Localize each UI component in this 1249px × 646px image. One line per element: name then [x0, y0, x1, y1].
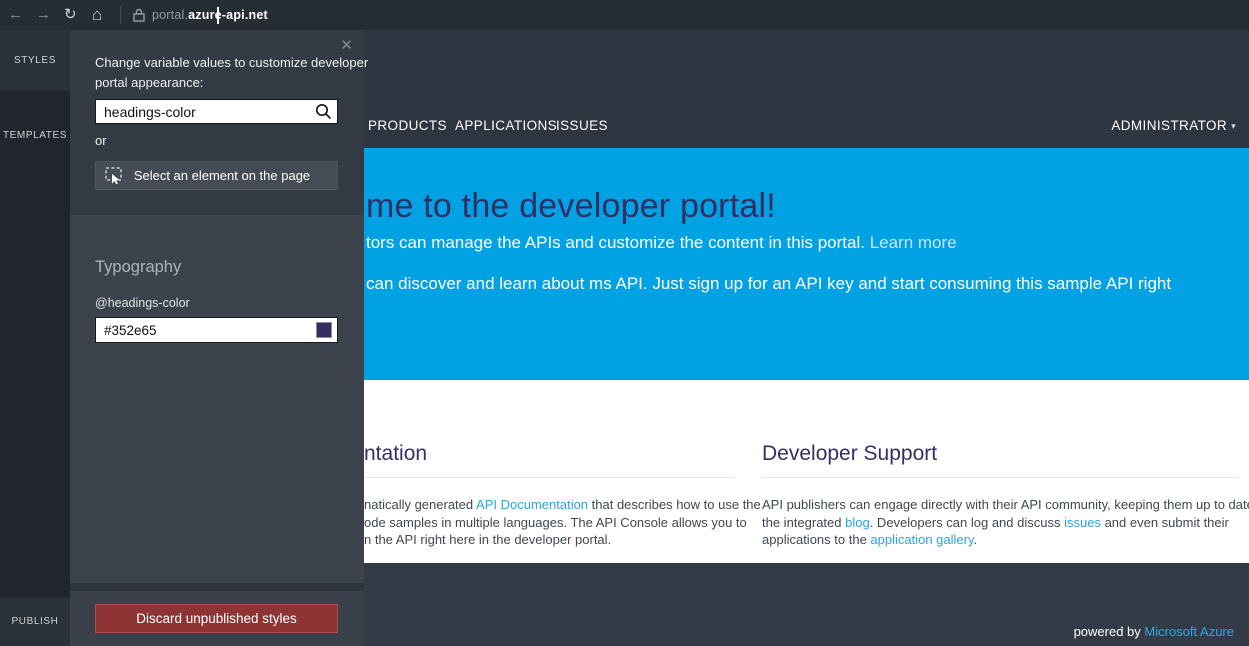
styles-panel: ✕ Change variable values to customize de…: [70, 30, 364, 646]
powered-by-text: powered by: [1074, 624, 1145, 639]
text-run: natically generated: [364, 497, 476, 512]
documentation-line-2: ode samples in multiple languages. The A…: [364, 515, 747, 530]
browser-bar: ← → ↻ ⌂ portal.azure-api.net: [0, 0, 1249, 30]
typography-section: Typography @headings-color: [70, 215, 364, 583]
select-element-icon: [105, 167, 125, 185]
text-run: applications to the: [762, 532, 870, 547]
url-domain: azure-api.net: [188, 8, 268, 22]
color-swatch[interactable]: [316, 322, 332, 338]
panel-intro-line-1: Change variable values to customize deve…: [95, 55, 368, 70]
api-documentation-link[interactable]: API Documentation: [476, 497, 588, 512]
blog-link[interactable]: blog: [845, 515, 870, 530]
administrator-menu[interactable]: ADMINISTRATOR ▾: [1111, 118, 1236, 133]
variable-search: [95, 99, 338, 124]
hero-subtitle-text: tors can manage the APIs and customize t…: [366, 233, 870, 252]
support-line-3: applications to the application gallery.: [762, 532, 977, 547]
caret-down-icon: ▾: [1231, 121, 1236, 131]
support-line-1: API publishers can engage directly with …: [762, 497, 1249, 512]
application-gallery-link[interactable]: application gallery: [870, 532, 973, 547]
heading-underline: [364, 477, 733, 478]
hero-heading: me to the developer portal!: [366, 187, 776, 226]
text-run: the integrated: [762, 515, 845, 530]
documentation-line-3: n the API right here in the developer po…: [364, 532, 611, 547]
powered-by: powered by Microsoft Azure: [1074, 624, 1234, 639]
text-cursor: [217, 7, 219, 24]
forward-icon[interactable]: →: [36, 0, 51, 30]
close-icon[interactable]: ✕: [340, 36, 353, 54]
url-text[interactable]: portal.azure-api.net: [152, 0, 268, 30]
refresh-icon[interactable]: ↻: [64, 0, 77, 30]
support-line-2: the integrated blog. Developers can log …: [762, 515, 1229, 530]
or-label: or: [95, 133, 107, 148]
variable-search-input[interactable]: [95, 99, 338, 124]
editor-sidebar: STYLES TEMPLATES PUBLISH: [0, 30, 70, 646]
sidebar-item-publish[interactable]: PUBLISH: [0, 597, 70, 646]
sidebar-item-templates[interactable]: TEMPLATES: [0, 126, 70, 146]
panel-footer: Discard unpublished styles: [70, 591, 364, 646]
developer-support-heading: Developer Support: [762, 442, 937, 466]
lock-icon: [133, 8, 145, 22]
panel-intro-line-2: portal appearance:: [95, 75, 203, 90]
discard-styles-button[interactable]: Discard unpublished styles: [95, 604, 338, 633]
microsoft-azure-link[interactable]: Microsoft Azure: [1144, 624, 1234, 639]
documentation-line-1: natically generated API Documentation th…: [364, 497, 761, 512]
back-icon[interactable]: ←: [8, 0, 23, 30]
hero-subtitle: tors can manage the APIs and customize t…: [366, 233, 957, 253]
url-prefix: portal.: [152, 8, 188, 22]
nav-link-issues[interactable]: ISSUES: [556, 118, 608, 133]
typography-title: Typography: [95, 258, 181, 277]
learn-more-link[interactable]: Learn more: [870, 233, 957, 252]
text-run: . Developers can log and discuss: [870, 515, 1064, 530]
divider: [120, 6, 121, 24]
style-editor-overlay: STYLES TEMPLATES PUBLISH ✕ Change variab…: [0, 30, 364, 646]
variable-label: @headings-color: [95, 296, 190, 310]
search-icon[interactable]: [315, 103, 332, 120]
color-field: [95, 317, 338, 343]
screen: ← → ↻ ⌂ portal.azure-api.net PRODUCTS AP…: [0, 0, 1249, 646]
text-run: and even submit their: [1101, 515, 1229, 530]
select-element-button[interactable]: Select an element on the page: [95, 161, 338, 190]
home-icon[interactable]: ⌂: [92, 0, 102, 30]
color-value-input[interactable]: [95, 317, 338, 343]
hero-description: can discover and learn about ms API. Jus…: [366, 274, 1171, 294]
administrator-label: ADMINISTRATOR: [1111, 118, 1227, 133]
text-run: .: [974, 532, 978, 547]
issues-link[interactable]: issues: [1064, 515, 1101, 530]
sidebar-item-styles[interactable]: STYLES: [0, 30, 70, 91]
documentation-heading: ntation: [364, 442, 427, 466]
nav-link-products[interactable]: PRODUCTS: [368, 118, 447, 133]
select-element-label: Select an element on the page: [125, 168, 337, 183]
text-run: that describes how to use the: [588, 497, 761, 512]
heading-underline: [762, 477, 1238, 478]
nav-link-applications[interactable]: APPLICATIONS: [455, 118, 557, 133]
divider: [70, 583, 364, 591]
